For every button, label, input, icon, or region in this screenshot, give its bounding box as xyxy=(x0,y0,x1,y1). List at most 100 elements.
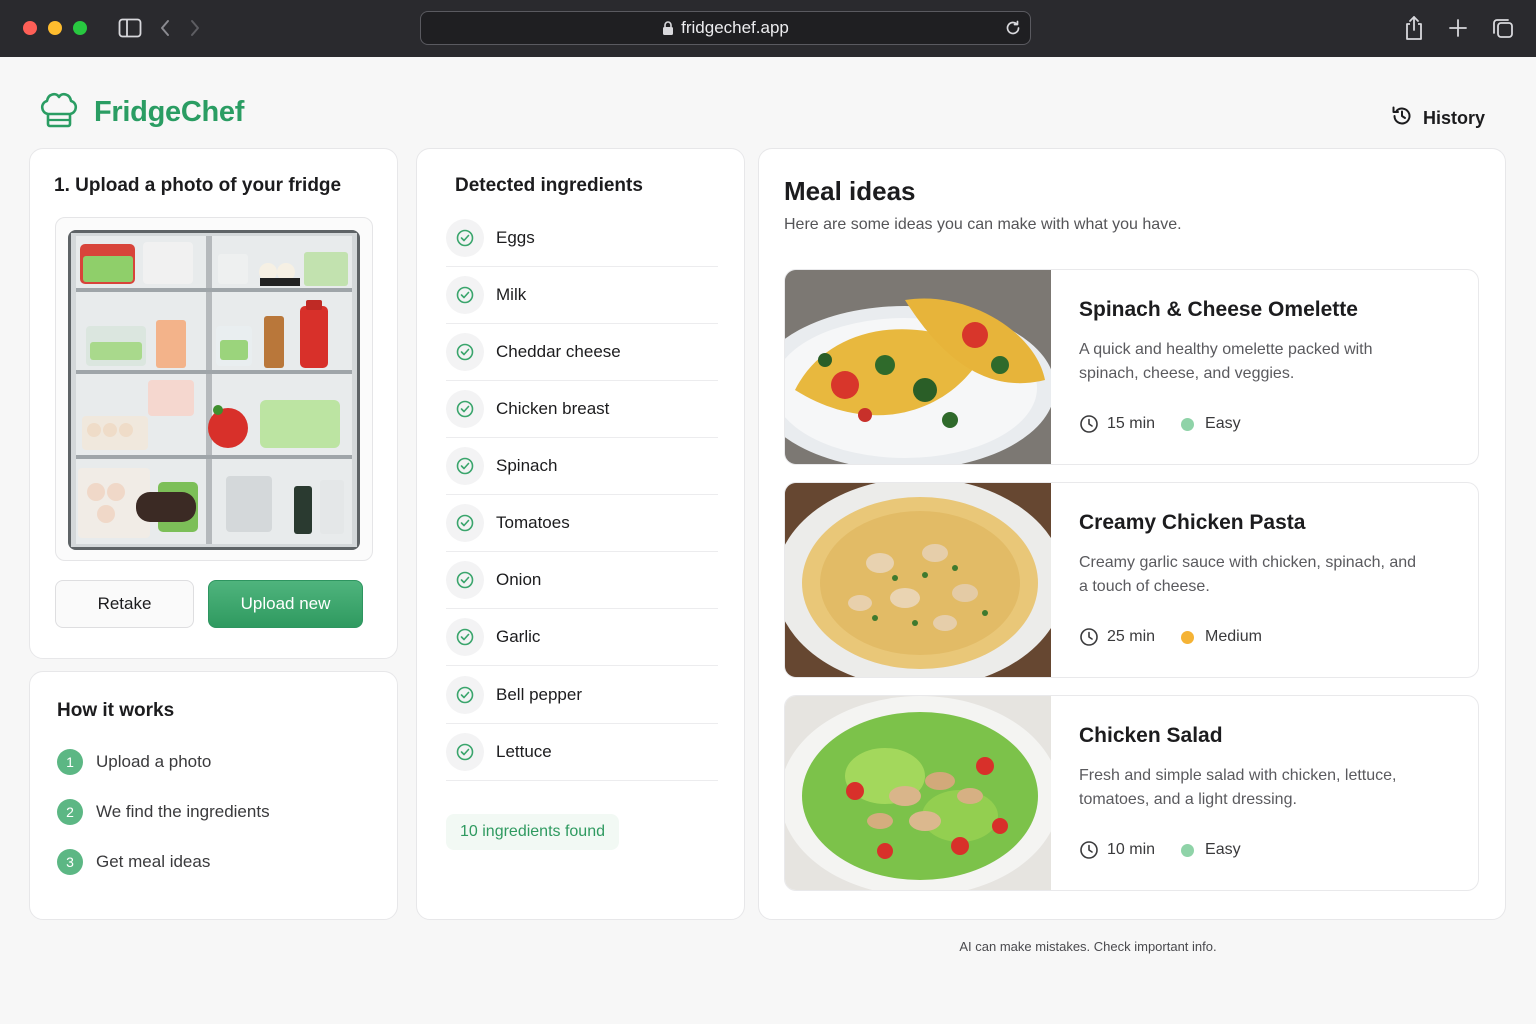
omelette-image xyxy=(785,270,1055,464)
check-circle-icon xyxy=(446,618,484,656)
new-tab-icon[interactable] xyxy=(1447,15,1469,41)
sidebar-toggle-icon[interactable] xyxy=(117,15,143,41)
check-circle-icon xyxy=(446,561,484,599)
meal-time: 10 min xyxy=(1107,841,1156,858)
step-label: We find the ingredients xyxy=(96,802,270,821)
ingredient-label: Onion xyxy=(496,570,542,589)
check-circle-icon xyxy=(446,276,484,314)
step-label: Upload a photo xyxy=(96,752,212,771)
step-item: 2 We find the ingredients xyxy=(57,799,270,825)
ingredient-row: Eggs xyxy=(446,210,718,267)
meal-title: Chicken Salad xyxy=(1079,724,1223,747)
url-text: fridgechef.app xyxy=(681,18,789,37)
step-number: 1 xyxy=(57,749,83,775)
lock-icon xyxy=(662,20,674,36)
meal-title: Spinach & Cheese Omelette xyxy=(1079,298,1358,321)
forward-icon[interactable] xyxy=(186,15,204,41)
meal-card-salad[interactable]: Chicken Salad Fresh and simple salad wit… xyxy=(784,695,1479,891)
disclaimer-text: AI can make mistakes. Check important in… xyxy=(959,939,1217,954)
ingredient-label: Cheddar cheese xyxy=(496,342,621,361)
meal-difficulty: Easy xyxy=(1205,415,1241,432)
step-item: 3 Get meal ideas xyxy=(57,849,210,875)
chef-hat-icon xyxy=(38,90,80,135)
zoom-window-button[interactable] xyxy=(73,21,87,35)
step-number: 3 xyxy=(57,849,83,875)
browser-toolbar: fridgechef.app xyxy=(0,0,1536,57)
clock-icon xyxy=(1079,414,1099,434)
address-bar[interactable]: fridgechef.app xyxy=(420,11,1031,45)
meal-ideas-subtitle: Here are some ideas you can make with wh… xyxy=(784,216,1182,233)
back-icon[interactable] xyxy=(156,15,174,41)
ingredients-found-badge: 10 ingredients found xyxy=(446,814,619,850)
tab-overview-icon[interactable] xyxy=(1491,15,1515,41)
step-label: Get meal ideas xyxy=(96,852,211,871)
meal-difficulty: Easy xyxy=(1205,841,1241,858)
upload-card: 1. Upload a photo of your fridge Retake … xyxy=(29,148,398,659)
minimize-window-button[interactable] xyxy=(48,21,62,35)
check-circle-icon xyxy=(446,219,484,257)
difficulty-dot xyxy=(1181,630,1195,644)
upload-new-button[interactable]: Upload new xyxy=(208,580,363,628)
upload-title: 1. Upload a photo of your fridge xyxy=(54,175,342,196)
share-icon[interactable] xyxy=(1402,15,1426,41)
close-window-button[interactable] xyxy=(23,21,37,35)
ingredient-label: Spinach xyxy=(496,456,558,475)
how-it-works-card: How it works 1 Upload a photo 2 We find … xyxy=(29,671,398,920)
check-circle-icon xyxy=(446,676,484,714)
ingredient-row: Lettuce xyxy=(446,724,718,781)
meal-difficulty: Medium xyxy=(1205,628,1262,645)
history-label: History xyxy=(1423,108,1486,128)
meal-title: Creamy Chicken Pasta xyxy=(1079,511,1306,534)
difficulty-dot xyxy=(1181,417,1195,431)
ingredient-row: Onion xyxy=(446,552,718,609)
meal-ideas-card: Meal ideas Here are some ideas you can m… xyxy=(758,148,1506,920)
meal-time: 15 min xyxy=(1107,415,1156,432)
salad-image xyxy=(785,696,1060,890)
ingredient-row: Milk xyxy=(446,267,718,324)
ingredients-title: Detected ingredients xyxy=(455,175,643,196)
check-circle-icon xyxy=(446,447,484,485)
fridge-photo xyxy=(68,230,360,550)
ingredient-row: Garlic xyxy=(446,609,718,666)
meal-description: Creamy garlic sauce with chicken, spinac… xyxy=(1079,554,1417,595)
clock-icon xyxy=(1079,627,1099,647)
step-item: 1 Upload a photo xyxy=(57,749,211,775)
ingredient-label: Garlic xyxy=(496,627,541,646)
app-logo[interactable]: FridgeChef xyxy=(38,90,244,135)
ingredient-row: Tomatoes xyxy=(446,495,718,552)
meal-ideas-title: Meal ideas xyxy=(784,176,916,206)
brand-name: FridgeChef xyxy=(94,96,245,128)
meal-card-omelette[interactable]: Spinach & Cheese Omelette A quick and he… xyxy=(784,269,1479,465)
ingredient-row: Chicken breast xyxy=(446,381,718,438)
ingredient-label: Milk xyxy=(496,285,527,304)
ingredient-label: Eggs xyxy=(496,228,535,247)
ingredient-label: Tomatoes xyxy=(496,513,570,532)
meal-description: Fresh and simple salad with chicken, let… xyxy=(1079,767,1397,808)
ingredient-row: Spinach xyxy=(446,438,718,495)
step-number: 2 xyxy=(57,799,83,825)
meal-meta: 15 min Easy xyxy=(1079,414,1241,434)
meal-meta: 10 min Easy xyxy=(1079,840,1241,860)
ingredient-label: Chicken breast xyxy=(496,399,610,418)
history-button[interactable]: History xyxy=(1390,104,1485,133)
meal-description: A quick and healthy omelette packed with… xyxy=(1079,341,1373,382)
meal-card-pasta[interactable]: Creamy Chicken Pasta Creamy garlic sauce… xyxy=(784,482,1479,678)
retake-button[interactable]: Retake xyxy=(55,580,194,628)
ingredient-label: Bell pepper xyxy=(496,685,583,704)
check-circle-icon xyxy=(446,333,484,371)
ingredient-row: Cheddar cheese xyxy=(446,324,718,381)
clock-icon xyxy=(1079,840,1099,860)
pasta-image xyxy=(785,483,1065,677)
photo-frame xyxy=(55,217,373,561)
check-circle-icon xyxy=(446,733,484,771)
how-it-works-title: How it works xyxy=(57,700,175,721)
history-icon xyxy=(1390,104,1423,133)
ingredient-row: Bell pepper xyxy=(446,667,718,724)
meal-time: 25 min xyxy=(1107,628,1156,645)
meal-meta: 25 min Medium xyxy=(1079,627,1262,647)
reload-icon[interactable] xyxy=(1004,19,1022,37)
difficulty-dot xyxy=(1181,843,1195,857)
check-circle-icon xyxy=(446,390,484,428)
ingredient-label: Lettuce xyxy=(496,742,552,761)
ingredients-card: Detected ingredients Eggs Milk Cheddar c… xyxy=(416,148,745,920)
